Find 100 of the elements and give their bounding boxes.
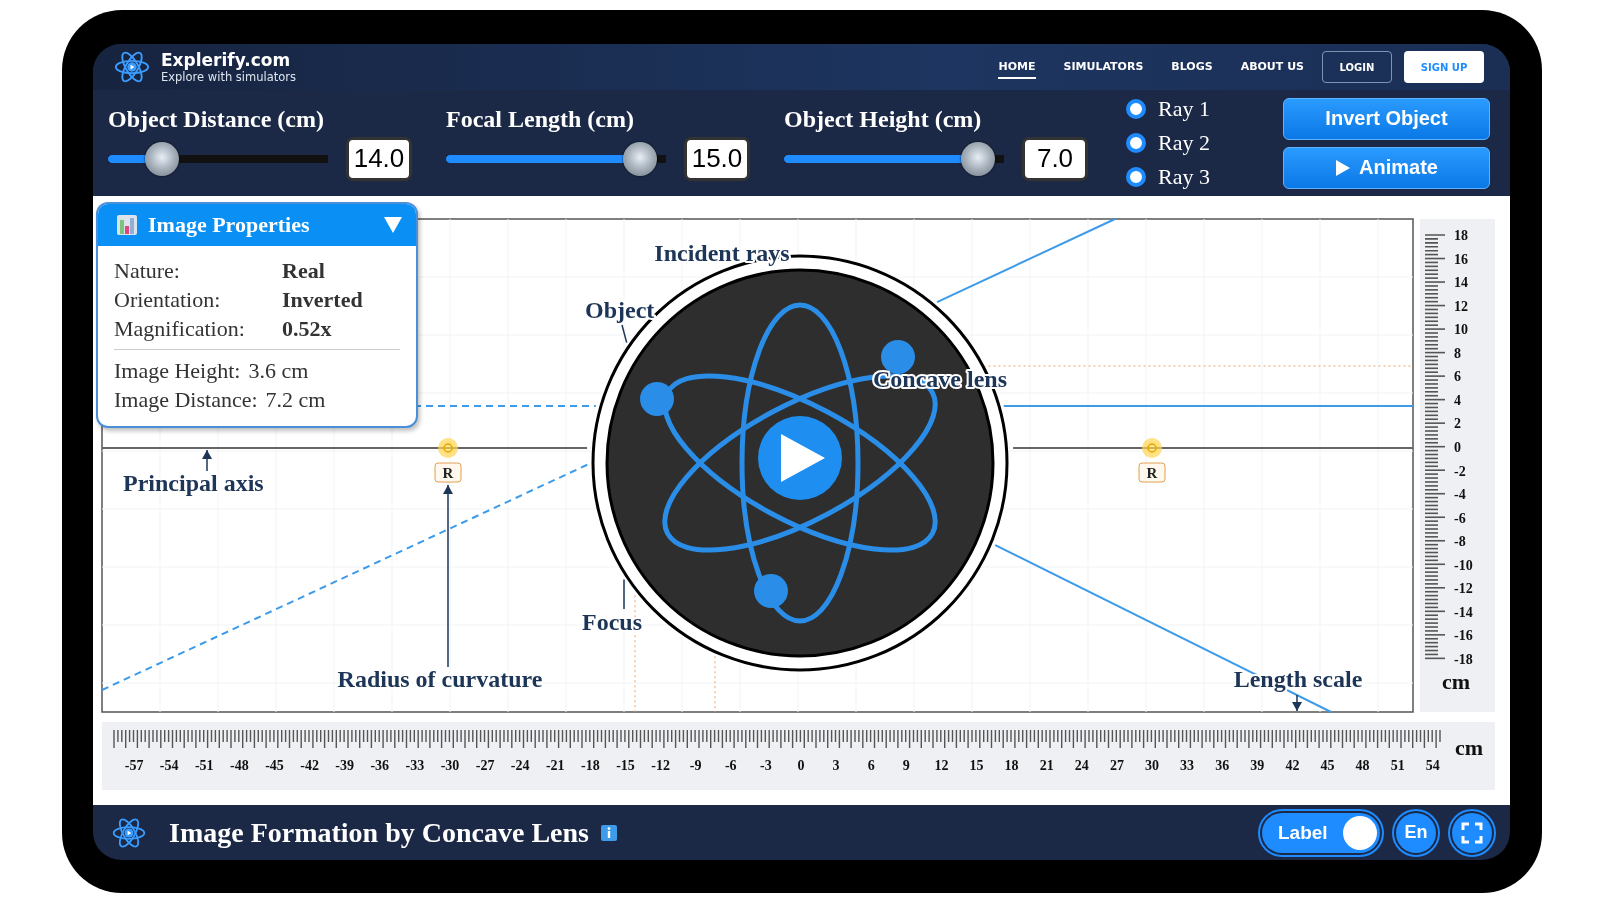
scale-label: -6 <box>724 758 737 773</box>
property-value: 7.2 cm <box>265 386 326 414</box>
scale-label: 15 <box>969 758 984 773</box>
scale-label: -27 <box>475 758 495 773</box>
animate-button[interactable]: Animate <box>1283 146 1490 189</box>
radio-button[interactable] <box>1126 99 1146 119</box>
scale-label: 14 <box>1454 275 1468 291</box>
slider-thumb[interactable] <box>960 141 995 176</box>
scale-label: -48 <box>230 758 249 773</box>
play-icon <box>1335 158 1352 177</box>
scale-label: -4 <box>1454 487 1466 503</box>
scale-label: -39 <box>335 758 355 773</box>
nav-link[interactable]: SIMULATORS <box>1063 55 1144 79</box>
simulation-title: Image Formation by Concave Lens <box>169 816 589 849</box>
point-tag: R <box>434 462 462 483</box>
scale-label: 0 <box>797 758 805 773</box>
slider-thumb[interactable] <box>622 141 657 176</box>
property-label: Image Distance: <box>114 386 258 414</box>
leader-line <box>1292 694 1302 712</box>
scale-label: 21 <box>1039 758 1054 773</box>
action-button[interactable]: Invert Object <box>1283 97 1490 140</box>
slider-label: Focal Length (cm) <box>446 105 635 133</box>
scale-label: 42 <box>1285 758 1300 773</box>
scale-label: 6 <box>867 758 875 773</box>
scale-label: -14 <box>1454 604 1473 620</box>
scale-label: 45 <box>1320 758 1335 773</box>
value-field[interactable]: 15.0 <box>684 136 750 181</box>
scale-label: 4 <box>1454 392 1461 408</box>
nav-link[interactable]: BLOGS <box>1171 55 1213 79</box>
nav-link[interactable]: HOME <box>998 55 1036 79</box>
property-label: Magnification: <box>114 315 246 343</box>
property-value: Inverted <box>282 286 363 314</box>
scale-label: 3 <box>832 758 840 773</box>
point-marker <box>1142 438 1162 458</box>
leader-line <box>623 578 625 610</box>
scale-label: 18 <box>1454 228 1468 243</box>
fullscreen-button[interactable] <box>1452 812 1492 853</box>
scale-label: -16 <box>1454 628 1473 644</box>
scale-label: 18 <box>1004 758 1019 773</box>
scale-label: 36 <box>1215 758 1230 773</box>
scale-label: -45 <box>265 758 284 773</box>
property-value: 0.52x <box>282 315 332 343</box>
scale-label: -54 <box>159 758 179 773</box>
scale-label: -12 <box>651 758 670 773</box>
radio-label: Ray 2 <box>1158 130 1210 156</box>
scale-label: 0 <box>1454 439 1461 455</box>
property-label: Orientation: <box>114 286 222 314</box>
site-tagline: Explore with simulators <box>161 70 297 84</box>
property-label: Image Height: <box>114 357 241 385</box>
scale-label: 12 <box>934 758 949 773</box>
scale-label: -10 <box>1454 557 1473 573</box>
diagram-label: Focus <box>582 609 642 635</box>
scale-label: -2 <box>1454 463 1466 479</box>
scale-label: -24 <box>510 758 530 773</box>
scale-label: -42 <box>300 758 319 773</box>
slider-label: Object Distance (cm) <box>108 105 325 133</box>
property-label: Nature: <box>114 257 181 285</box>
radio-label: Ray 1 <box>1158 96 1210 122</box>
scale-label: -15 <box>616 758 635 773</box>
value-field[interactable]: 14.0 <box>346 136 412 181</box>
scale-label: 27 <box>1109 758 1124 773</box>
scale-label: 39 <box>1250 758 1265 773</box>
scale-label: -21 <box>545 758 565 773</box>
bar-chart-icon <box>116 214 138 236</box>
scale-label: -8 <box>1454 534 1466 550</box>
nav-link[interactable]: ABOUT US <box>1240 55 1304 79</box>
slider-thumb[interactable] <box>145 141 180 176</box>
login-button[interactable]: LOGIN <box>1322 51 1392 83</box>
point-marker <box>438 438 458 458</box>
scale-label: 24 <box>1074 758 1089 773</box>
scale-label: 54 <box>1425 758 1440 773</box>
scale-label: 8 <box>1454 345 1461 361</box>
scale-label: -18 <box>1454 651 1473 667</box>
scale-label: 10 <box>1454 322 1468 338</box>
scale-label: 9 <box>902 758 910 773</box>
value-field[interactable]: 7.0 <box>1022 136 1088 181</box>
unit-label: cm <box>1455 735 1484 760</box>
panel-title: Image Properties <box>148 212 310 238</box>
unit-label: cm <box>1442 669 1471 694</box>
radio-label: Ray 3 <box>1158 164 1210 190</box>
point-tag: R <box>1138 462 1166 483</box>
property-value: 3.6 cm <box>248 357 309 385</box>
radio-button[interactable] <box>1126 167 1146 187</box>
scale-label: 2 <box>1454 416 1461 432</box>
leader-line <box>621 324 628 344</box>
leader-line <box>202 449 212 472</box>
diagram-label: Radius of curvature <box>337 666 543 692</box>
info-icon <box>601 824 617 841</box>
radio-button[interactable] <box>1126 133 1146 153</box>
scale-label: 16 <box>1454 251 1468 267</box>
property-value: Real <box>282 257 325 285</box>
scale-label: -3 <box>760 758 772 773</box>
play-button[interactable] <box>758 416 842 500</box>
scale-label: -51 <box>194 758 214 773</box>
scale-label: 12 <box>1454 298 1468 314</box>
scale-label: -30 <box>440 758 460 773</box>
scale-label: 30 <box>1145 758 1159 773</box>
scale-label: 48 <box>1355 758 1370 773</box>
slider-label: Object Height (cm) <box>784 105 983 133</box>
scale-label: 6 <box>1454 369 1461 385</box>
